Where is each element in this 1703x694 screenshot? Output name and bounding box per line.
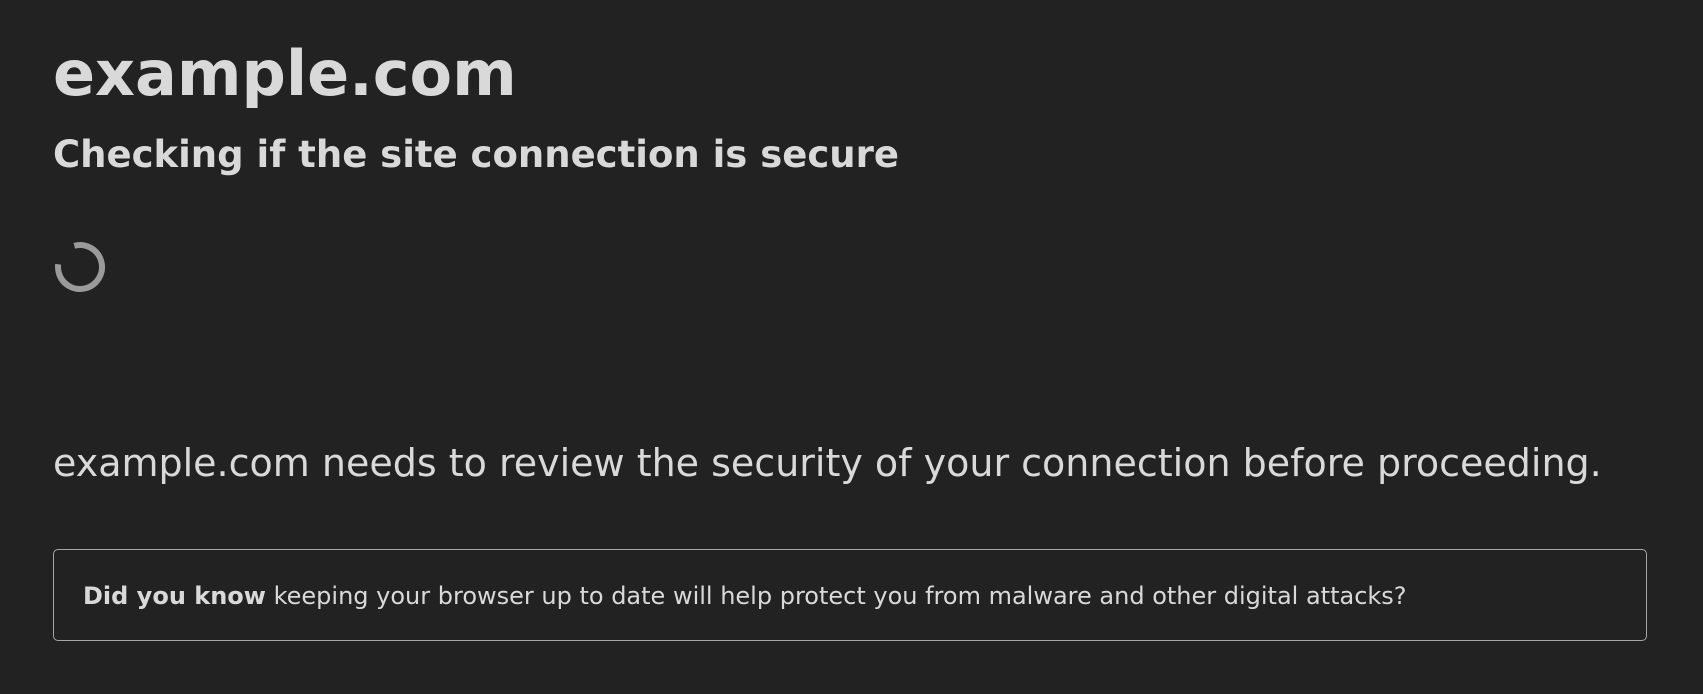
- security-review-message: example.com needs to review the security…: [53, 441, 1602, 485]
- tip-message: Did you know keeping your browser up to …: [83, 579, 1407, 613]
- tip-box: Did you know keeping your browser up to …: [53, 549, 1647, 641]
- page-subtitle: Checking if the site connection is secur…: [53, 133, 899, 176]
- tip-body: keeping your browser up to date will hel…: [265, 582, 1407, 610]
- site-title: example.com: [53, 37, 517, 110]
- loading-spinner-icon: [53, 240, 107, 294]
- tip-heading: Did you know: [83, 582, 266, 610]
